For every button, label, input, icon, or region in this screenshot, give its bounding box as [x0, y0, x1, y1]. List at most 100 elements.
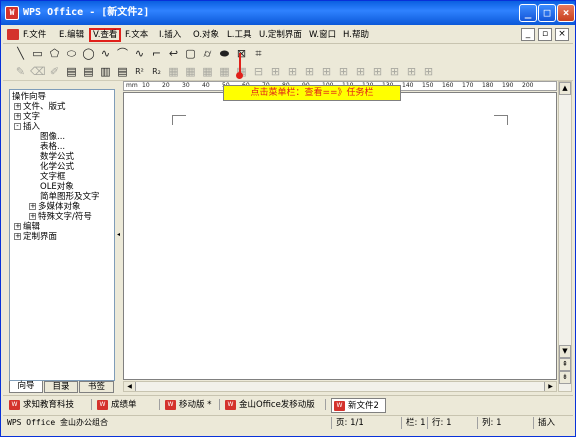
- menu-insert[interactable]: I.插入: [159, 28, 181, 42]
- menu-object[interactable]: O.对象: [193, 28, 219, 42]
- document-canvas[interactable]: [123, 92, 557, 380]
- grid-d-icon[interactable]: ⊞: [387, 64, 402, 79]
- tree-item[interactable]: - 插入: [14, 122, 40, 132]
- rectangle-tool-icon[interactable]: ▭: [30, 46, 45, 61]
- doc-tab-active[interactable]: W 新文件2: [331, 398, 386, 413]
- grid-f-icon[interactable]: ⊞: [421, 64, 436, 79]
- grid-e-icon[interactable]: ⊞: [404, 64, 419, 79]
- minimize-button[interactable]: _: [519, 4, 537, 22]
- select-frame-tool-icon[interactable]: ⊠: [234, 46, 249, 61]
- tree-item[interactable]: + 定制界面: [14, 232, 57, 242]
- align-right-icon[interactable]: ▦: [200, 64, 215, 79]
- collapse-icon[interactable]: -: [14, 123, 21, 130]
- page-up-icon[interactable]: ⇞: [559, 358, 571, 371]
- tab-wizard[interactable]: 向导: [9, 381, 43, 393]
- collapse-pane-icon[interactable]: ◂: [117, 231, 120, 238]
- distribute-icon[interactable]: ▦: [217, 64, 232, 79]
- grid-c-icon[interactable]: ⊞: [370, 64, 385, 79]
- table-icon[interactable]: ▤: [64, 64, 79, 79]
- scroll-right-icon[interactable]: ▶: [544, 382, 556, 391]
- table-row-icon[interactable]: ▤: [81, 64, 96, 79]
- expand-icon[interactable]: +: [14, 103, 21, 110]
- expand-icon[interactable]: +: [14, 233, 21, 240]
- tab-toc[interactable]: 目录: [44, 381, 78, 393]
- doc-minimize-button[interactable]: _: [521, 28, 535, 41]
- scroll-down-icon[interactable]: ▼: [559, 345, 571, 358]
- expand-icon[interactable]: +: [14, 223, 21, 230]
- page-down-icon[interactable]: ⇟: [559, 371, 571, 384]
- tree-item[interactable]: OLE对象: [40, 182, 74, 192]
- menu-text[interactable]: F.文本: [125, 28, 148, 42]
- menu-tools[interactable]: L.工具: [227, 28, 251, 42]
- scroll-left-icon[interactable]: ◀: [124, 382, 136, 391]
- tree-item[interactable]: + 文字: [14, 112, 40, 122]
- superscript-icon[interactable]: R²: [132, 64, 147, 79]
- horizontal-scrollbar[interactable]: ◀ ▶: [123, 381, 557, 392]
- ellipse-tool-icon[interactable]: ◯: [81, 46, 96, 61]
- tree-item[interactable]: 简单图形及文字: [40, 192, 100, 202]
- document-icon[interactable]: [7, 29, 19, 40]
- menu-edit[interactable]: E.编辑: [59, 28, 84, 42]
- callout-tool-icon[interactable]: ⬬: [217, 46, 232, 61]
- rotate-icon[interactable]: ⊞: [285, 64, 300, 79]
- document-icon: W: [165, 400, 176, 410]
- doc-close-button[interactable]: ×: [555, 28, 569, 41]
- wps-icon[interactable]: W: [5, 6, 19, 20]
- polygon-tool-icon[interactable]: ⬠: [47, 46, 62, 61]
- tree-item[interactable]: 化学公式: [40, 162, 74, 172]
- order-icon[interactable]: ⊞: [268, 64, 283, 79]
- curve-tool-icon[interactable]: ∿: [98, 46, 113, 61]
- pencil-icon[interactable]: ✐: [47, 64, 62, 79]
- maximize-button[interactable]: □: [538, 4, 556, 22]
- subscript-icon[interactable]: R₂: [149, 64, 164, 79]
- grid-a-icon[interactable]: ⊞: [336, 64, 351, 79]
- elbow-connector-tool-icon[interactable]: ↩: [166, 46, 181, 61]
- menu-view[interactable]: V.查看: [89, 28, 122, 42]
- table-split-icon[interactable]: ▤: [115, 64, 130, 79]
- cube-tool-icon[interactable]: ▢: [183, 46, 198, 61]
- tree-item[interactable]: 文字框: [40, 172, 66, 182]
- freeform-tool-icon[interactable]: ∿: [132, 46, 147, 61]
- tree-item[interactable]: 表格...: [40, 142, 65, 152]
- status-insert-mode[interactable]: 插入: [533, 417, 569, 429]
- doc-tab[interactable]: W 求知教育科技: [7, 398, 74, 413]
- scroll-up-icon[interactable]: ▲: [559, 82, 571, 95]
- title-bar[interactable]: W WPS Office - [新文件2] _ □ ×: [1, 1, 575, 25]
- lock-icon[interactable]: ⊞: [319, 64, 334, 79]
- tab-bookmarks[interactable]: 书签: [79, 381, 114, 393]
- grid-b-icon[interactable]: ⊞: [353, 64, 368, 79]
- eraser-icon[interactable]: ⌫: [30, 64, 46, 79]
- expand-icon[interactable]: +: [14, 113, 21, 120]
- close-button[interactable]: ×: [557, 4, 575, 22]
- align-center-icon[interactable]: ▦: [183, 64, 198, 79]
- menu-customize[interactable]: U.定制界面: [259, 28, 302, 42]
- pane-splitter[interactable]: ◂: [116, 89, 122, 393]
- menu-help[interactable]: H.帮助: [343, 28, 369, 42]
- vertical-scrollbar[interactable]: ▲ ▼ ⇞ ⇟: [558, 81, 572, 392]
- table-col-icon[interactable]: ▥: [98, 64, 113, 79]
- menu-window[interactable]: W.窗口: [309, 28, 336, 42]
- tree-item[interactable]: 图像...: [40, 132, 65, 142]
- line-tool-icon[interactable]: ╲: [13, 46, 28, 61]
- doc-tab[interactable]: W 成绩单: [95, 398, 137, 413]
- tree-item[interactable]: + 特殊文字/符号: [29, 212, 92, 222]
- doc-restore-button[interactable]: ▫: [538, 28, 552, 41]
- tree-item[interactable]: + 多媒体对象: [29, 202, 81, 212]
- flip-icon[interactable]: ⊞: [302, 64, 317, 79]
- expand-icon[interactable]: +: [29, 203, 36, 210]
- rounded-rect-tool-icon[interactable]: ⬭: [64, 46, 79, 61]
- doc-tab[interactable]: W 金山Office发移动版: [223, 398, 315, 413]
- align-left-icon[interactable]: ▦: [166, 64, 181, 79]
- arc-tool-icon[interactable]: ⌒: [115, 46, 130, 61]
- tree-item[interactable]: 数学公式: [40, 152, 74, 162]
- menu-file[interactable]: F.文件: [23, 28, 46, 42]
- connector-tool-icon[interactable]: ⌐: [149, 46, 164, 61]
- expand-icon[interactable]: +: [29, 213, 36, 220]
- doc-tab[interactable]: W 移动版 *: [163, 398, 211, 413]
- tree-item[interactable]: + 编辑: [14, 222, 40, 232]
- grid-tool-icon[interactable]: ⌗: [251, 46, 266, 61]
- ungroup-icon[interactable]: ⊟: [251, 64, 266, 79]
- tree-item[interactable]: + 文件、版式: [14, 102, 66, 112]
- pen-icon[interactable]: ✎: [13, 64, 28, 79]
- cylinder-tool-icon[interactable]: ⌭: [200, 46, 215, 61]
